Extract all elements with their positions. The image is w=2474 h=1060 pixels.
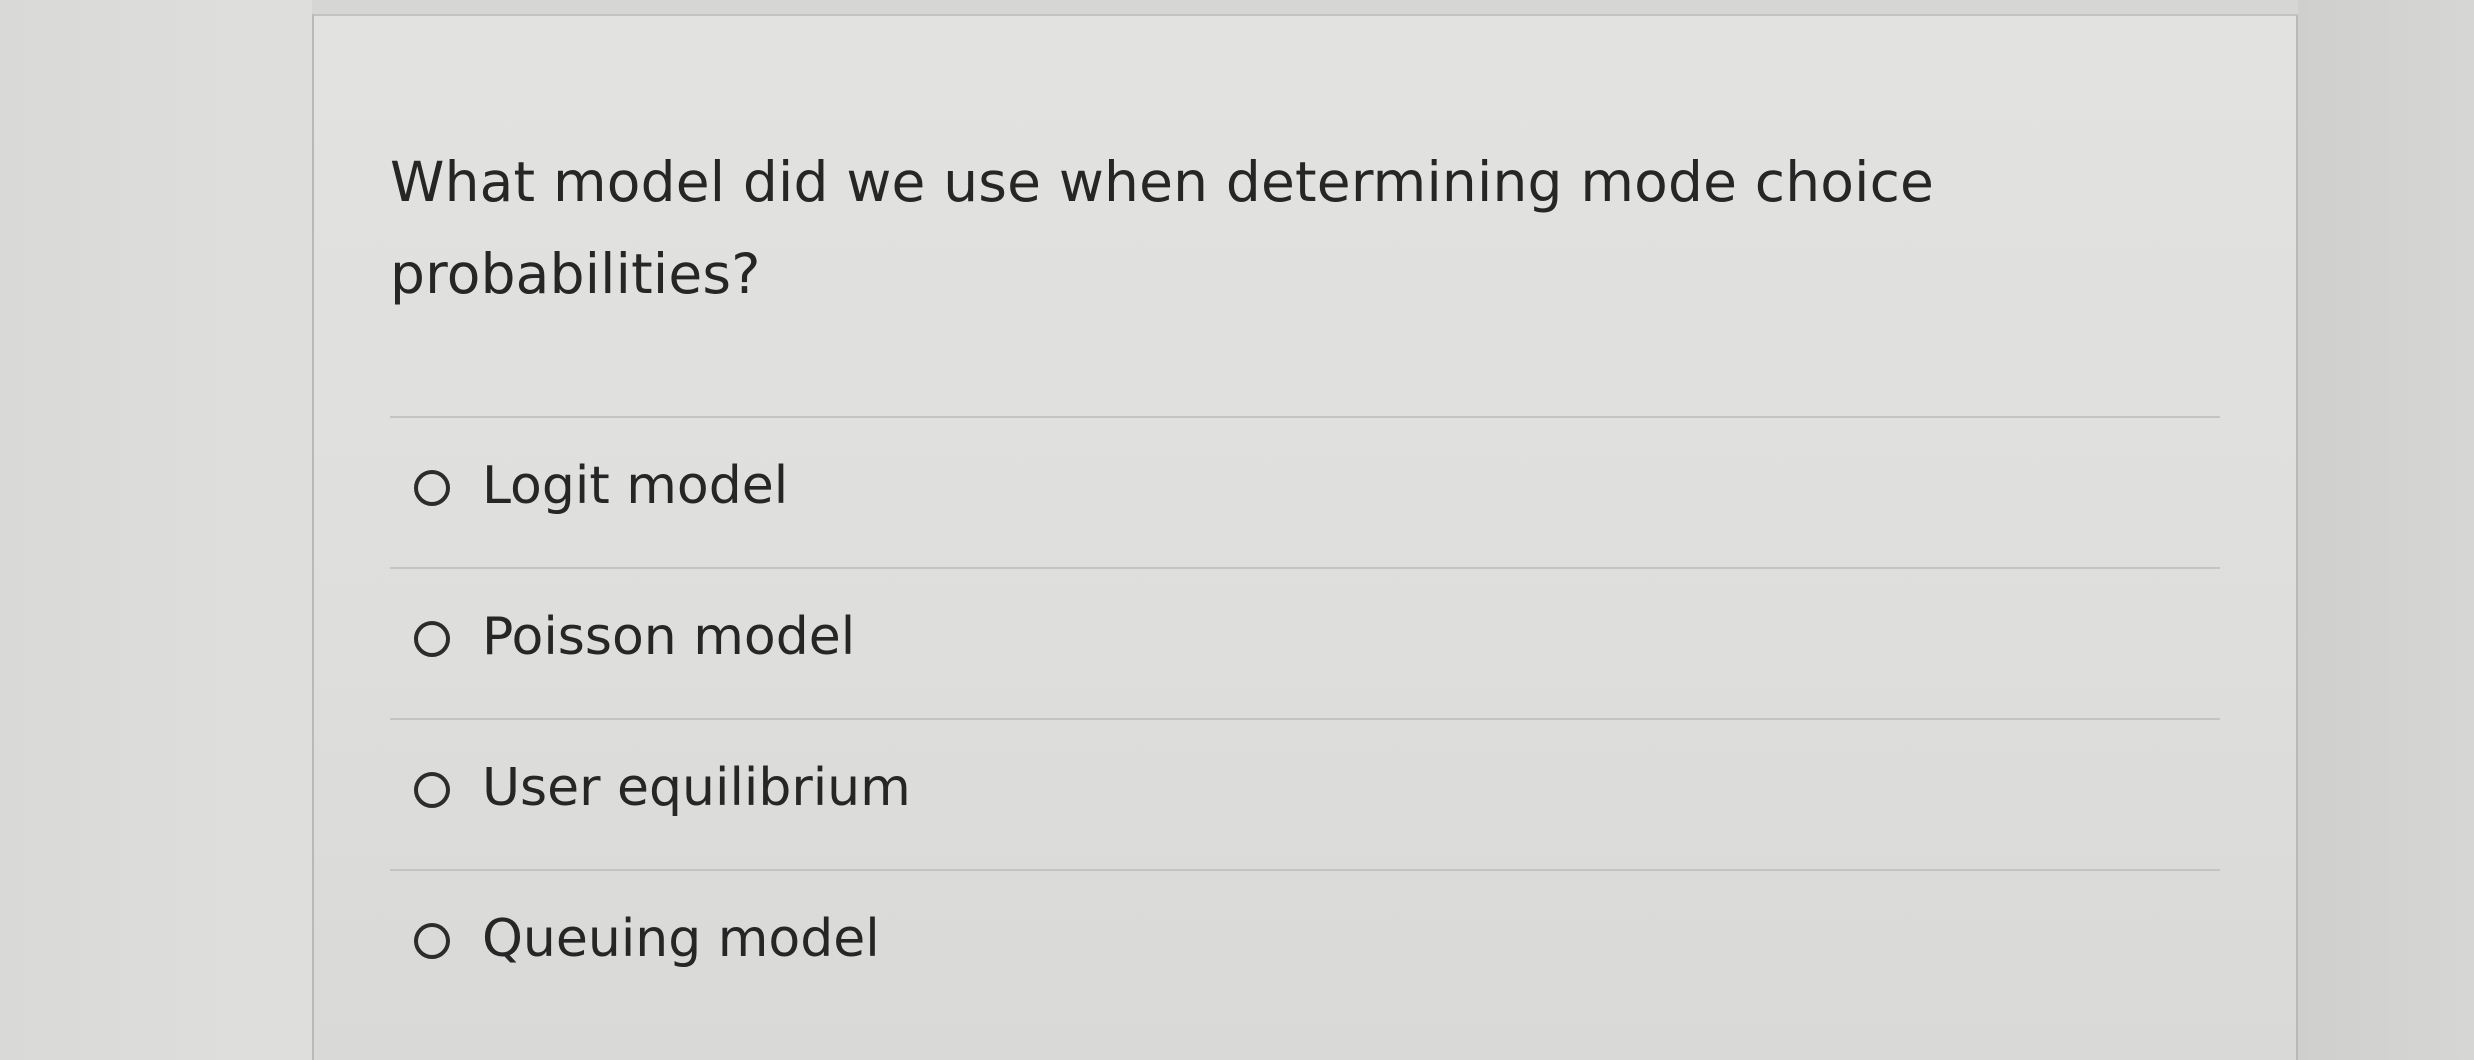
answer-options: Logit model Poisson model User equilibri… — [390, 416, 2220, 1020]
question-text: What model did we use when determining m… — [390, 150, 1935, 306]
question-card: What model did we use when determining m… — [312, 14, 2298, 1060]
answer-option-poisson-model[interactable]: Poisson model — [390, 567, 2220, 718]
radio-button-icon[interactable] — [414, 621, 450, 657]
answer-option-label[interactable]: User equilibrium — [482, 756, 911, 820]
card-top-edge — [312, 0, 2298, 14]
answer-option-user-equilibrium[interactable]: User equilibrium — [390, 718, 2220, 869]
answer-option-label[interactable]: Poisson model — [482, 605, 855, 669]
radio-button-icon[interactable] — [414, 772, 450, 808]
answer-option-label[interactable]: Queuing model — [482, 907, 880, 971]
answer-option-queuing-model[interactable]: Queuing model — [390, 869, 2220, 1020]
answer-option-label[interactable]: Logit model — [482, 454, 788, 518]
page-backdrop — [2298, 0, 2474, 1060]
radio-button-icon[interactable] — [414, 923, 450, 959]
radio-button-icon[interactable] — [414, 470, 450, 506]
answer-option-logit-model[interactable]: Logit model — [390, 416, 2220, 567]
